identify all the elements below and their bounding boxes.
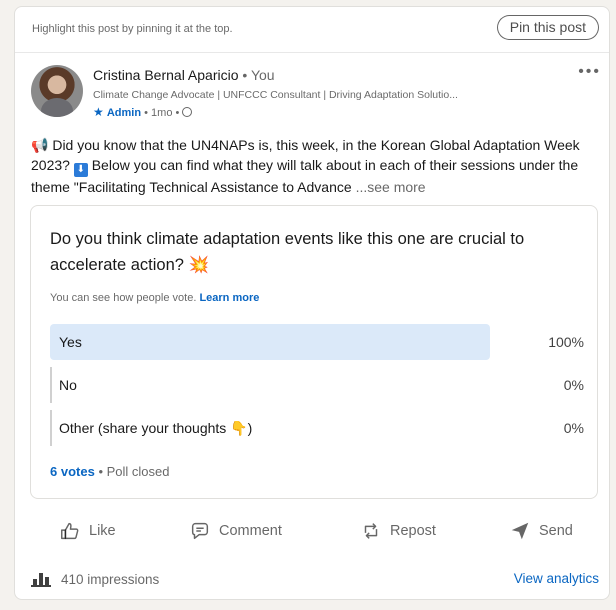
send-label: Send	[539, 523, 573, 539]
bar-chart-icon	[31, 573, 51, 587]
poll-votes-link[interactable]: 6 votes	[50, 464, 95, 479]
separator: •	[98, 464, 103, 479]
repost-icon	[364, 523, 378, 539]
poll-option-label-wrap: Other (share your thoughts 👇)	[59, 420, 253, 436]
view-analytics-link[interactable]: View analytics	[514, 571, 599, 586]
author-name-line[interactable]: Cristina Bernal Aparicio • You	[93, 67, 275, 83]
post-meta: ★ Admin • 1mo •	[93, 105, 193, 119]
meta-dot: •	[175, 107, 180, 119]
poll-option-bar	[50, 367, 52, 403]
like-label: Like	[89, 523, 116, 539]
repost-button[interactable]: Repost	[360, 517, 436, 545]
social-actions: Like Comment Repost Send	[15, 511, 609, 551]
post-text: 📢 Did you know that the UN4NAPs is, this…	[31, 135, 603, 197]
repost-label: Repost	[390, 523, 436, 539]
post-card: Highlight this post by pinning it at the…	[14, 6, 610, 600]
poll: Do you think climate adaptation events l…	[30, 205, 598, 499]
author-relation: You	[250, 67, 275, 83]
pin-post-button[interactable]: Pin this post	[496, 15, 599, 40]
poll-footer: 6 votes • Poll closed	[50, 464, 170, 479]
avatar[interactable]	[31, 65, 83, 117]
pointing-hand-icon: 👇	[230, 420, 248, 436]
poll-status: Poll closed	[106, 464, 170, 479]
post-author: Cristina Bernal Aparicio • You Climate C…	[31, 63, 601, 123]
send-icon	[511, 522, 529, 540]
megaphone-icon: 📢	[31, 137, 49, 153]
author-role: Admin	[106, 107, 142, 119]
author-headline: Climate Change Advocate | UNFCCC Consult…	[93, 89, 458, 101]
impressions-count: 410 impressions	[61, 571, 160, 587]
impressions[interactable]: 410 impressions	[31, 571, 159, 587]
pin-bar: Highlight this post by pinning it at the…	[15, 7, 609, 53]
poll-option-label: Yes	[59, 334, 82, 350]
collision-icon: 💥	[188, 256, 210, 274]
poll-option-yes: Yes 100%	[50, 324, 584, 360]
poll-option-bar	[50, 324, 490, 360]
like-button[interactable]: Like	[59, 517, 116, 545]
star-icon: ★	[93, 105, 104, 119]
post-age: 1mo	[151, 107, 173, 119]
comment-icon	[191, 522, 209, 540]
like-icon	[61, 522, 79, 540]
meta-dot: •	[144, 107, 148, 119]
pin-hint: Highlight this post by pinning it at the…	[32, 23, 233, 35]
send-button[interactable]: Send	[509, 517, 573, 545]
poll-option-no: No 0%	[50, 367, 584, 403]
see-more-link[interactable]: ...see more	[356, 179, 426, 195]
poll-option-label: Other (share your thoughts	[59, 420, 231, 436]
poll-question: Do you think climate adaptation events l…	[50, 226, 580, 278]
more-dots-icon[interactable]: •••	[578, 63, 601, 81]
poll-option-percent: 0%	[563, 377, 584, 393]
poll-question-text: Do you think climate adaptation events l…	[50, 230, 525, 274]
poll-visibility-text: You can see how people vote.	[50, 292, 197, 304]
down-arrow-icon: ⬇	[73, 163, 88, 177]
comment-button[interactable]: Comment	[189, 517, 282, 545]
post-stats: 410 impressions View analytics	[15, 563, 609, 593]
poll-option-percent: 100%	[548, 334, 584, 350]
poll-option-label: No	[59, 377, 77, 393]
poll-option-percent: 0%	[563, 420, 584, 436]
globe-icon	[182, 107, 193, 117]
poll-visibility-note: You can see how people vote. Learn more	[50, 292, 259, 304]
poll-option-bar	[50, 410, 52, 446]
learn-more-link[interactable]: Learn more	[199, 292, 259, 304]
author-name[interactable]: Cristina Bernal Aparicio	[93, 67, 239, 83]
post-text-part2: Below you can find what they will talk a…	[31, 157, 579, 195]
separator: •	[242, 67, 248, 83]
poll-option-other: Other (share your thoughts 👇) 0%	[50, 410, 584, 446]
comment-label: Comment	[219, 523, 282, 539]
